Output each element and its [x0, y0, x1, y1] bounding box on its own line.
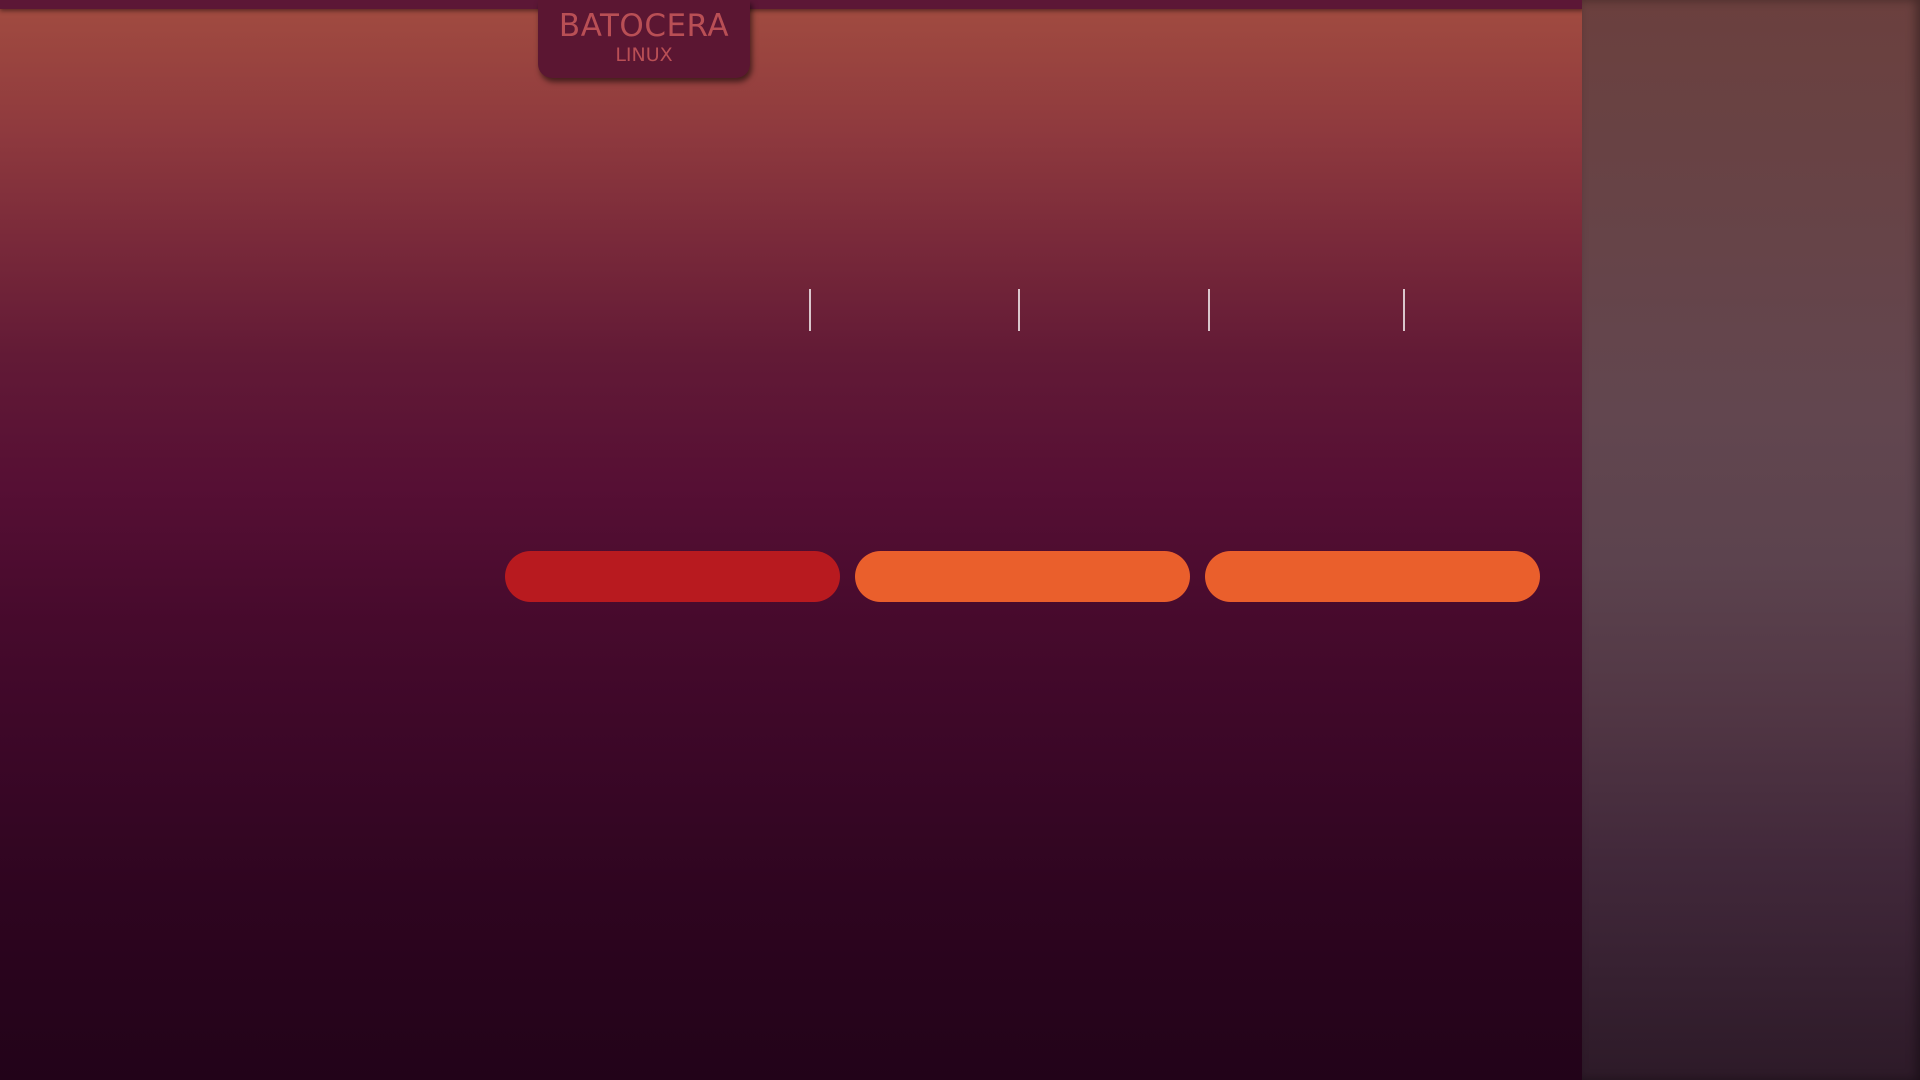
menu-button[interactable] — [1205, 551, 1540, 602]
header-divider — [1018, 289, 1020, 331]
menu-button-selected[interactable] — [505, 551, 840, 602]
batocera-screen: BATOCERA LINUX — [0, 0, 1920, 1080]
side-panel — [1582, 0, 1920, 1080]
header-divider — [1403, 289, 1405, 331]
menu-button[interactable] — [855, 551, 1190, 602]
batocera-logo: BATOCERA LINUX — [538, 0, 750, 78]
main-panel-background — [0, 0, 1582, 1080]
header-divider — [809, 289, 811, 331]
top-bar — [0, 0, 1584, 9]
logo-main-text: BATOCERA — [558, 8, 730, 44]
logo-sub-text: LINUX — [615, 44, 673, 66]
header-divider — [1208, 289, 1210, 331]
